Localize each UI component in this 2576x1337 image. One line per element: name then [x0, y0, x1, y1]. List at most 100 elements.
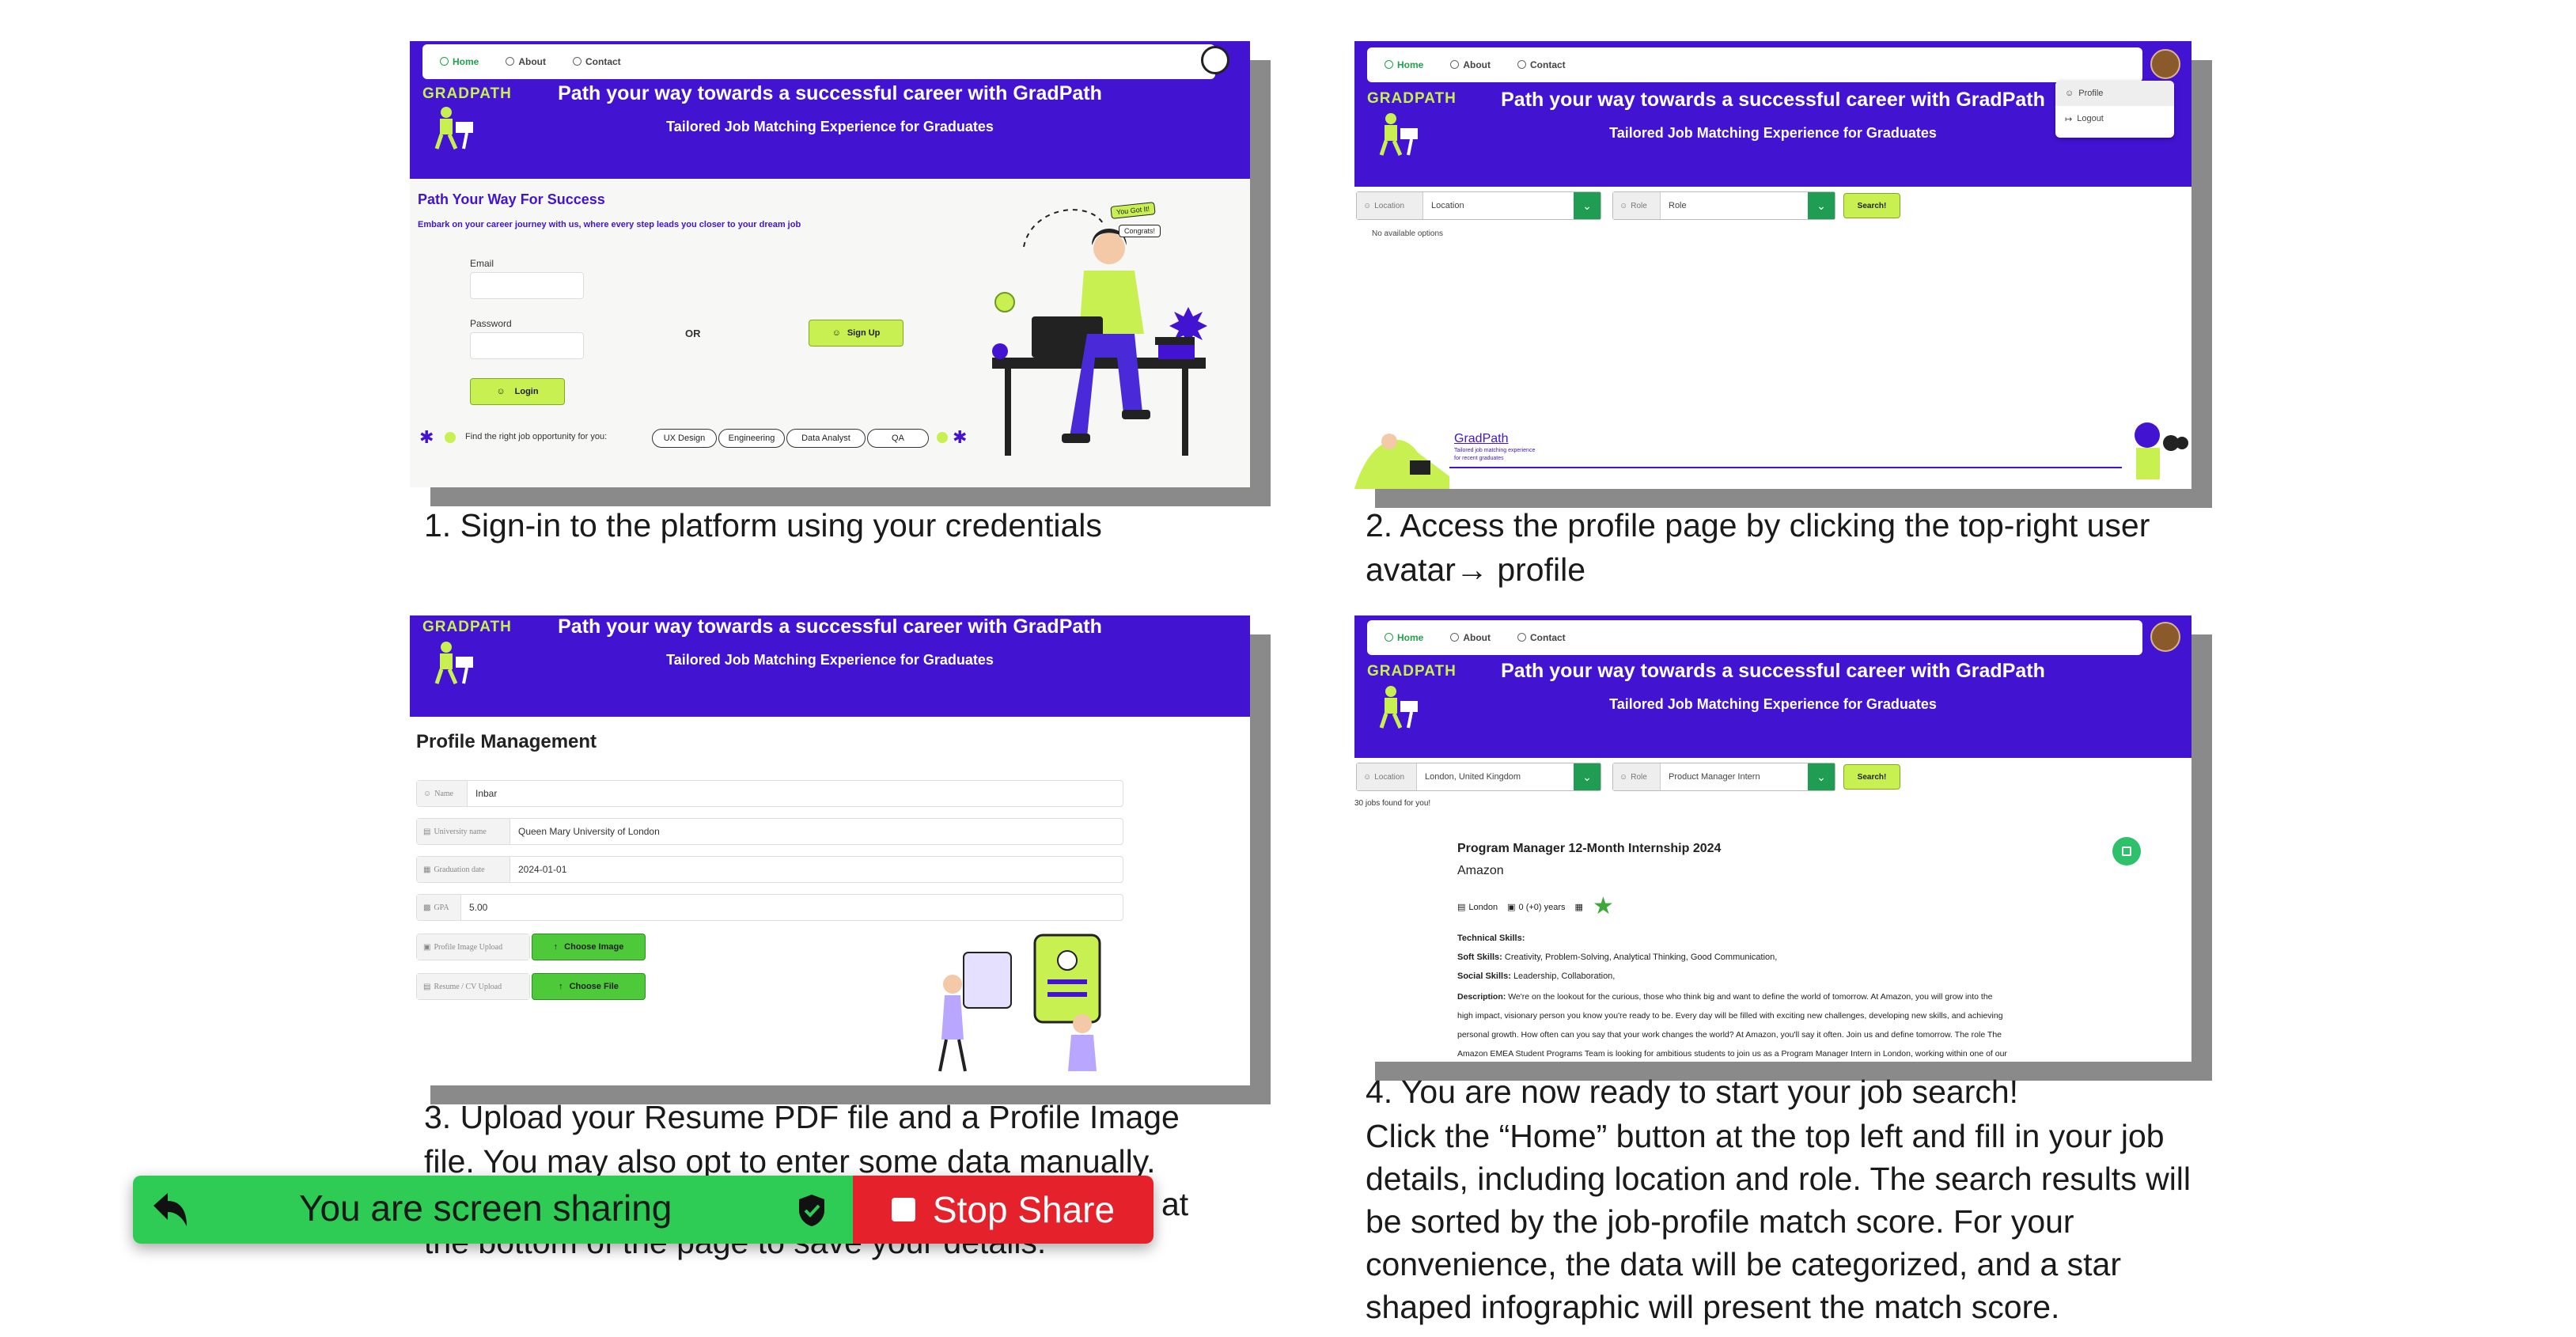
banner: GRADPATH Path your way towards a success…	[410, 615, 1250, 717]
menu-item-logout[interactable]: ↦ Logout	[2055, 106, 2174, 131]
nav-contact[interactable]: Contact	[573, 56, 621, 67]
nav-about[interactable]: About	[506, 56, 546, 67]
choose-file-button[interactable]: ↑ Choose File	[532, 973, 646, 1000]
top-nav: Home About Contact	[1367, 47, 2142, 82]
description-line-2: high impact, visionary person you know y…	[1457, 1011, 2003, 1021]
chevron-down-icon[interactable]: ⌄	[1808, 192, 1835, 219]
stop-square-icon	[891, 1198, 915, 1221]
name-field[interactable]: ☺ Name Inbar	[416, 780, 1123, 807]
screenshot-profile-menu: Home About Contact GRADPATH Path your wa…	[1354, 41, 2191, 489]
info-icon	[1450, 633, 1460, 642]
nav-home[interactable]: Home	[1385, 632, 1423, 643]
step1-caption: 1. Sign-in to the platform using your cr…	[424, 507, 1102, 544]
chevron-down-icon[interactable]: ⌄	[1574, 763, 1601, 790]
login-icon: ☺	[496, 387, 506, 396]
footer-tagline-2: for recent graduates	[1454, 456, 1504, 461]
logout-icon: ↦	[2065, 114, 2073, 124]
stop-share-button[interactable]: Stop Share	[853, 1176, 1154, 1244]
results-count: 30 jobs found for you!	[1354, 799, 1431, 808]
step4-caption-line3: details, including location and role. Th…	[1366, 1161, 2191, 1197]
gpa-field[interactable]: ▩ GPA 5.00	[416, 894, 1123, 921]
footer-brand[interactable]: GradPath	[1454, 432, 1508, 446]
location-select[interactable]: ☺ Location London, United Kingdom ⌄	[1356, 763, 1601, 791]
screenshot-signin: Home About Contact GRADPATH Path your wa…	[410, 41, 1250, 487]
search-button[interactable]: Search!	[1843, 193, 1900, 218]
banner-title: Path your way towards a successful caree…	[558, 82, 1102, 104]
nav-contact[interactable]: Contact	[1517, 632, 1566, 643]
university-field[interactable]: ▤ University name Queen Mary University of…	[416, 818, 1123, 845]
role-select[interactable]: ☺ Role Role ⌄	[1612, 191, 1835, 220]
chevron-down-icon[interactable]: ⌄	[1808, 763, 1835, 790]
login-button[interactable]: ☺ Login	[470, 378, 565, 405]
hero-heading: Path Your Way For Success	[418, 191, 605, 207]
email-field[interactable]	[470, 272, 584, 299]
field-label: ▦ Graduation date	[417, 857, 510, 882]
mail-icon	[1517, 633, 1526, 642]
choose-image-button[interactable]: ↑ Choose Image	[532, 934, 646, 960]
step3-caption-line1: 3. Upload your Resume PDF file and a Pro…	[424, 1099, 1180, 1135]
nav-home[interactable]: Home	[440, 56, 479, 67]
field-label: ▩ GPA	[417, 895, 461, 920]
field-label: ▤ University name	[417, 819, 510, 844]
location-prefix: ☺ Location	[1357, 192, 1423, 219]
step4-caption-line1: 4. You are now ready to start your job s…	[1366, 1074, 2019, 1110]
signup-icon: ☺	[832, 328, 841, 338]
role-prefix: ☺ Role	[1613, 763, 1661, 790]
bookmark-button[interactable]	[2112, 837, 2141, 865]
tag-engineering[interactable]: Engineering	[718, 429, 785, 448]
role-select[interactable]: ☺ Role Product Manager Intern ⌄	[1612, 763, 1835, 791]
social-skills-row: Social Skills: Leadership, Collaboration…	[1457, 972, 1616, 981]
match-score-star-icon: ★	[1592, 893, 1614, 919]
avatar-dropdown-menu: ☺ Profile ↦ Logout	[2055, 81, 2174, 138]
user-avatar-photo[interactable]	[2150, 49, 2180, 79]
location-select[interactable]: ☺ Location Location ⌄	[1356, 191, 1601, 220]
nav-contact[interactable]: Contact	[1517, 59, 1566, 70]
banner-title: Path your way towards a successful caree…	[558, 615, 1102, 638]
flower-icon: ✱	[953, 427, 968, 447]
nav-home[interactable]: Home	[1385, 59, 1423, 70]
password-field[interactable]	[470, 332, 584, 359]
signup-button[interactable]: ☺ Sign Up	[809, 320, 903, 347]
role-value: Role	[1669, 201, 1687, 210]
tag-data-analyst[interactable]: Data Analyst	[786, 429, 866, 448]
person-icon: ☺	[1363, 772, 1372, 782]
sharing-status[interactable]: You are screen sharing	[133, 1176, 853, 1244]
nav-about[interactable]: About	[1450, 59, 1491, 70]
share-arrow-icon	[153, 1193, 187, 1226]
field-label: ▤ Resume / CV Upload	[417, 974, 529, 999]
tag-qa[interactable]: QA	[867, 429, 929, 448]
banner-subtitle: Tailored Job Matching Experience for Gra…	[1609, 696, 1937, 712]
mail-icon	[573, 57, 581, 66]
person-icon: ☺	[1619, 201, 1628, 210]
user-avatar-photo[interactable]	[2150, 622, 2180, 652]
user-avatar-icon[interactable]	[1201, 46, 1229, 74]
menu-item-profile[interactable]: ☺ Profile	[2055, 81, 2174, 106]
nav-about[interactable]: About	[1450, 632, 1491, 643]
speech-bubble-2: Congrats!	[1119, 225, 1161, 237]
location-value: Location	[1431, 201, 1464, 210]
search-button[interactable]: Search!	[1843, 764, 1900, 790]
info-icon	[506, 57, 515, 66]
company-name: Amazon	[1457, 864, 1504, 877]
graduation-date-field[interactable]: ▦ Graduation date 2024-01-01	[416, 856, 1123, 883]
dot-icon	[937, 432, 948, 443]
chevron-down-icon[interactable]: ⌄	[1574, 192, 1601, 219]
job-card[interactable]: Program Manager 12-Month Internship 2024…	[1354, 813, 2191, 1062]
info-icon	[1450, 60, 1460, 69]
page-title: Profile Management	[416, 731, 597, 752]
banner: Home About Contact GRADPATH Path your wa…	[1354, 615, 2191, 758]
step4-caption-line4: be sorted by the job-profile match score…	[1366, 1203, 2074, 1240]
role-prefix: ☺ Role	[1613, 192, 1661, 219]
job-title[interactable]: Program Manager 12-Month Internship 2024	[1457, 842, 1721, 856]
person-icon: ☺	[1363, 201, 1372, 210]
find-text: Find the right job opportunity for you:	[465, 432, 608, 441]
step4-caption-line6: shaped infographic will present the matc…	[1366, 1289, 2060, 1325]
technical-skills-label: Technical Skills:	[1457, 934, 1525, 943]
footer-tagline-1: Tailored job matching experience	[1454, 448, 1536, 453]
field-label: ☺ Name	[417, 781, 468, 806]
upload-icon: ↑	[553, 942, 559, 952]
soft-skills-row: Soft Skills: Creativity, Problem-Solving…	[1457, 953, 1778, 962]
banner: Home About Contact GRADPATH Path your wa…	[410, 41, 1250, 179]
tag-ux-design[interactable]: UX Design	[652, 429, 717, 448]
description-line-1: Description: We're on the lookout for th…	[1457, 992, 1993, 1002]
